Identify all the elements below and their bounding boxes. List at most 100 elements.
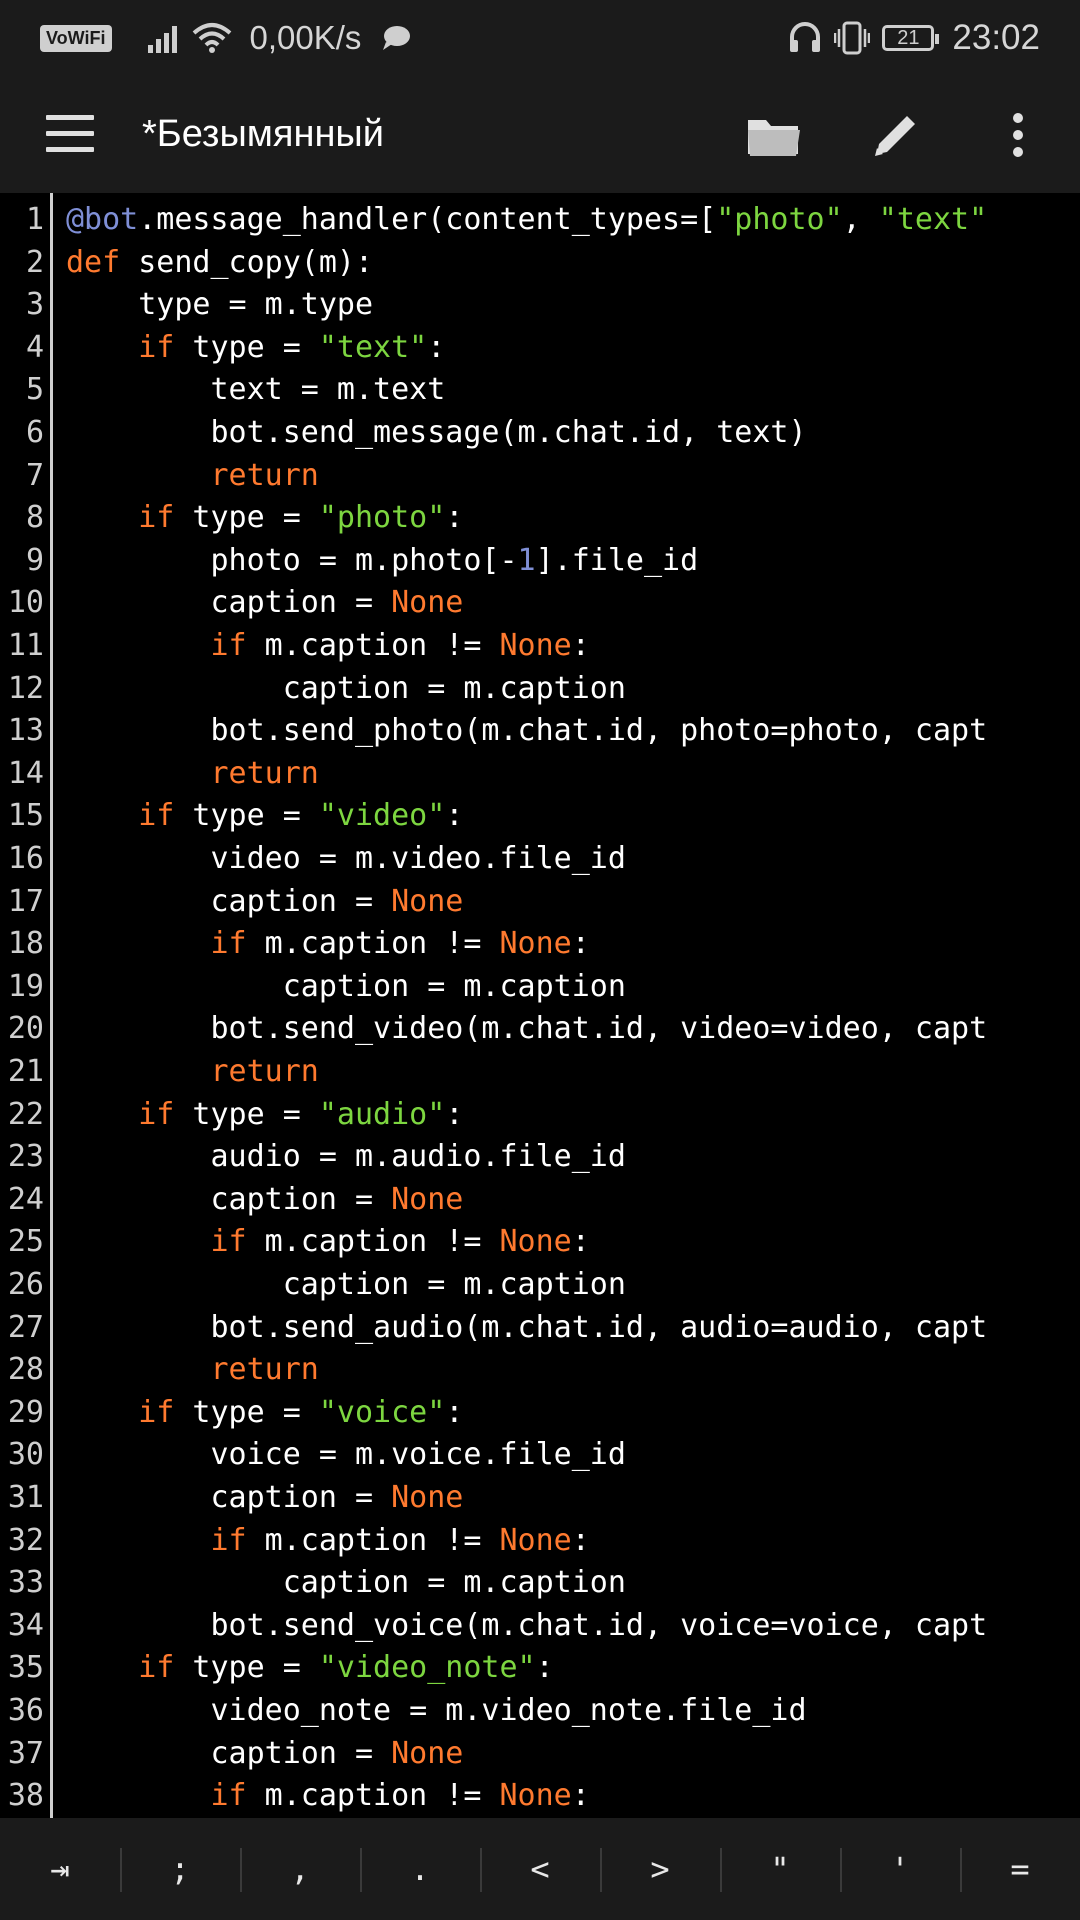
semicolon-key[interactable]: ;	[120, 1818, 240, 1920]
token: text = m.text	[66, 372, 446, 408]
token-str: "video"	[318, 798, 446, 834]
token: audio = m.audio.file_id	[66, 1139, 626, 1175]
more-vert-icon[interactable]	[988, 105, 1048, 165]
token-dec: @bot	[66, 202, 139, 237]
code-editor[interactable]: 1 @bot.message_handler(content_types=["ph…	[0, 193, 1080, 1818]
token: ,	[842, 202, 879, 237]
code-line[interactable]: 5 text = m.text	[0, 369, 1080, 412]
code-text: caption = m.caption	[66, 1264, 626, 1307]
token: m.caption !=	[246, 1778, 500, 1814]
code-line[interactable]: 24 caption = None	[0, 1179, 1080, 1222]
code-line[interactable]: 30 voice = m.voice.file_id	[0, 1434, 1080, 1477]
line-number: 20	[7, 1011, 44, 1047]
code-text: caption = m.caption	[66, 668, 626, 711]
equals-key[interactable]: =	[960, 1818, 1080, 1920]
code-line[interactable]: 38 if m.caption != None:	[0, 1775, 1080, 1818]
code-line[interactable]: 4 if type = "text":	[0, 327, 1080, 370]
code-text: bot.send_photo(m.chat.id, photo=photo, c…	[66, 710, 987, 753]
token-kw: None	[391, 1181, 464, 1217]
less-than-key[interactable]: <	[480, 1818, 600, 1920]
code-line[interactable]: 37 caption = None	[0, 1733, 1080, 1776]
token: send_copy(m):	[120, 244, 374, 280]
code-line[interactable]: 10 caption = None	[0, 582, 1080, 625]
single-quote-key[interactable]: '	[840, 1818, 960, 1920]
code-line[interactable]: 21 return	[0, 1051, 1080, 1094]
token-kw: if	[138, 1394, 175, 1430]
code-line[interactable]: 15 if type = "video":	[0, 795, 1080, 838]
code-line[interactable]: 36 video_note = m.video_note.file_id	[0, 1690, 1080, 1733]
line-number: 34	[7, 1607, 44, 1643]
token-kw: None	[391, 883, 464, 919]
code-text: caption = m.caption	[66, 966, 626, 1009]
code-text: return	[66, 1051, 319, 1094]
period-key[interactable]: .	[360, 1818, 480, 1920]
code-line[interactable]: 35 if type = "video_note":	[0, 1647, 1080, 1690]
token: m.caption !=	[246, 926, 500, 962]
code-line[interactable]: 12 caption = m.caption	[0, 668, 1080, 711]
code-line[interactable]: 9 photo = m.photo[-1].file_id	[0, 540, 1080, 583]
menu-icon[interactable]	[46, 115, 94, 155]
code-line[interactable]: 3 type = m.type	[0, 284, 1080, 327]
code-line[interactable]: 18 if m.caption != None:	[0, 923, 1080, 966]
code-text: caption = None	[66, 582, 463, 625]
token: video_note = m.video_note.file_id	[66, 1693, 807, 1728]
token: caption = m.caption	[66, 968, 626, 1004]
code-line[interactable]: 27 bot.send_audio(m.chat.id, audio=audio…	[0, 1307, 1080, 1350]
chat-bubble-icon	[381, 25, 411, 51]
token-str: "voice"	[318, 1394, 446, 1430]
token-str: "text"	[318, 329, 428, 365]
code-line[interactable]: 28 return	[0, 1349, 1080, 1392]
token: bot.send_audio(m.chat.id, audio=audio, c…	[66, 1309, 988, 1345]
token: :	[427, 329, 446, 365]
code-line[interactable]: 2 def send_copy(m):	[0, 242, 1080, 285]
code-line[interactable]: 17 caption = None	[0, 881, 1080, 924]
code-line[interactable]: 6 bot.send_message(m.chat.id, text)	[0, 412, 1080, 455]
code-line[interactable]: 31 caption = None	[0, 1477, 1080, 1520]
token-str: "photo"	[318, 500, 446, 536]
code-line[interactable]: 34 bot.send_voice(m.chat.id, voice=voice…	[0, 1605, 1080, 1648]
comma-key[interactable]: ,	[240, 1818, 360, 1920]
line-number: 29	[7, 1394, 44, 1430]
token: :	[571, 926, 590, 962]
double-quote-key[interactable]: "	[720, 1818, 840, 1920]
code-line[interactable]: 29 if type = "voice":	[0, 1392, 1080, 1435]
code-line[interactable]: 32 if m.caption != None:	[0, 1520, 1080, 1563]
vibrate-icon	[834, 21, 871, 55]
token: type = m.type	[66, 287, 374, 323]
code-line[interactable]: 16 video = m.video.file_id	[0, 838, 1080, 881]
token-kw: if	[210, 1778, 247, 1814]
line-number: 31	[7, 1480, 44, 1515]
line-number: 25	[7, 1224, 44, 1260]
code-line[interactable]: 11 if m.caption != None:	[0, 625, 1080, 668]
code-line[interactable]: 7 return	[0, 455, 1080, 498]
code-text: caption = m.caption	[66, 1562, 626, 1605]
vowifi-badge: VoWiFi	[40, 24, 112, 52]
code-line[interactable]: 14 return	[0, 753, 1080, 796]
token: :	[445, 798, 464, 834]
greater-than-key[interactable]: >	[600, 1818, 720, 1920]
token-kw: None	[391, 585, 464, 621]
code-line[interactable]: 1 @bot.message_handler(content_types=["ph…	[0, 199, 1080, 242]
token: caption =	[66, 1181, 392, 1217]
folder-icon[interactable]	[744, 105, 804, 165]
token: caption =	[66, 1735, 392, 1771]
token: type =	[174, 500, 319, 536]
code-line[interactable]: 22 if type = "audio":	[0, 1094, 1080, 1137]
code-line[interactable]: 33 caption = m.caption	[0, 1562, 1080, 1605]
edit-icon[interactable]	[866, 105, 926, 165]
tab-key[interactable]: ⇥	[0, 1818, 120, 1920]
code-text: if type = "video_note":	[66, 1647, 553, 1690]
code-line[interactable]: 26 caption = m.caption	[0, 1264, 1080, 1307]
code-line[interactable]: 19 caption = m.caption	[0, 966, 1080, 1009]
code-line[interactable]: 23 audio = m.audio.file_id	[0, 1136, 1080, 1179]
clock: 23:02	[952, 18, 1040, 57]
line-number: 36	[7, 1693, 44, 1728]
code-line[interactable]: 13 bot.send_photo(m.chat.id, photo=photo…	[0, 710, 1080, 753]
line-number: 28	[7, 1352, 44, 1388]
code-line[interactable]: 8 if type = "photo":	[0, 497, 1080, 540]
code-line[interactable]: 25 if m.caption != None:	[0, 1221, 1080, 1264]
code-line[interactable]: 20 bot.send_video(m.chat.id, video=video…	[0, 1008, 1080, 1051]
